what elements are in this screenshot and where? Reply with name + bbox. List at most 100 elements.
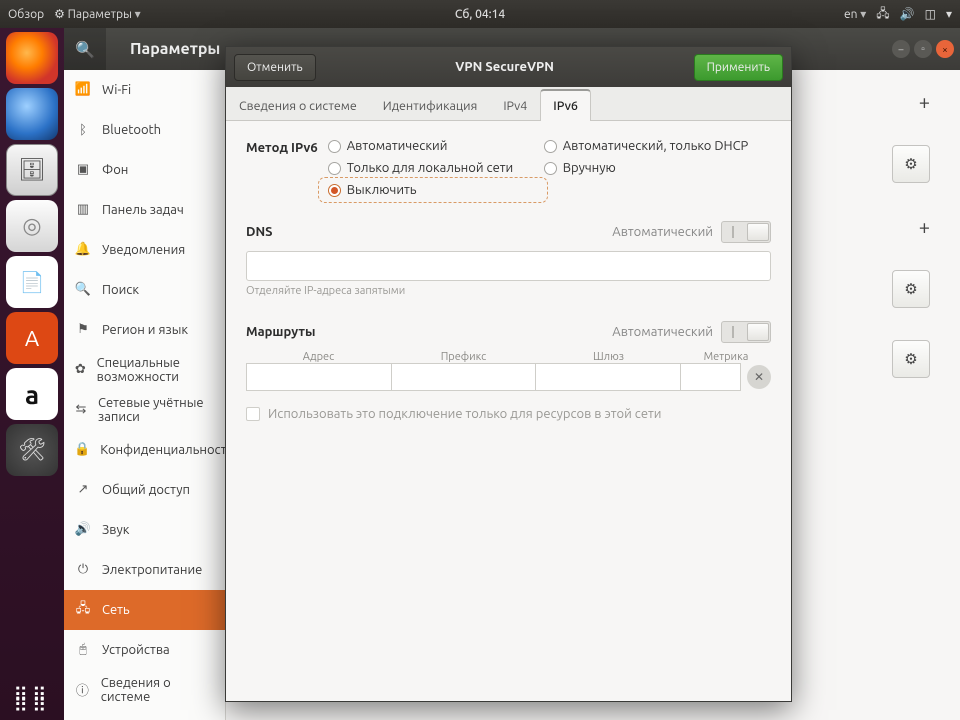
accessibility-icon: ✿ (74, 362, 87, 377)
sidebar-item-network[interactable]: 🖧Сеть (64, 590, 225, 630)
sidebar-item-online-accounts[interactable]: ⇆ Сетевые учётные записи (64, 390, 225, 430)
maximize-button[interactable]: ▫ (914, 40, 932, 58)
info-icon: ⓘ (74, 680, 91, 699)
search-button[interactable]: 🔍 (64, 28, 106, 70)
launcher-rhythmbox[interactable]: ◎ (6, 200, 58, 252)
col-prefix: Префикс (391, 351, 536, 363)
sidebar-label: Сетевые учётные записи (98, 396, 215, 424)
add-vpn-button[interactable]: + (919, 215, 930, 238)
close-button[interactable]: × (936, 40, 954, 58)
show-apps-icon[interactable]: ⠿⠿⠿⠿ (13, 690, 50, 710)
clock[interactable]: Сб, 04:14 (455, 8, 505, 21)
route-metric-input[interactable] (681, 363, 741, 391)
appmenu-label: Параметры (68, 8, 132, 21)
volume-icon[interactable]: 🔊 (900, 7, 915, 21)
routes-auto-label: Автоматический (612, 325, 713, 339)
apply-button[interactable]: Применить (694, 54, 783, 81)
launcher-settings[interactable]: 🛠 (6, 424, 58, 476)
share-icon: ↗ (74, 482, 92, 497)
radio-manual[interactable]: Вручную (544, 161, 771, 175)
dns-auto-switch[interactable] (721, 221, 771, 243)
tab-identity[interactable]: Идентификация (370, 90, 491, 121)
tab-ipv6[interactable]: IPv6 (540, 89, 591, 121)
dialog-body: Метод IPv6 Автоматический Автоматический… (226, 121, 791, 439)
tab-ipv4[interactable]: IPv4 (490, 90, 540, 121)
settings-sidebar: 📶Wi-Fi ᛒBluetooth ▣Фон ▥ Панель задач 🔔Ув… (64, 70, 226, 720)
sound-icon: 🔊 (74, 522, 92, 537)
launcher-writer[interactable]: 📄 (6, 256, 58, 308)
add-wired-button[interactable]: + (919, 90, 930, 113)
sidebar-label: Фон (102, 163, 128, 177)
launcher-amazon[interactable]: a (6, 368, 58, 420)
sidebar-label: Общий доступ (102, 483, 190, 497)
accounts-icon: ⇆ (74, 402, 88, 417)
sidebar-item-privacy[interactable]: 🔒Конфиденциальность (64, 430, 225, 470)
only-resources-label: Использовать это подключение только для … (268, 407, 661, 421)
radio-dot (328, 140, 341, 153)
routes-auto-switch[interactable] (721, 321, 771, 343)
network-icon: 🖧 (74, 599, 92, 621)
route-address-input[interactable] (246, 363, 392, 391)
dns-title: DNS (246, 225, 273, 239)
system-menu-caret[interactable]: ▾ (946, 7, 952, 21)
sidebar-item-power[interactable]: ⏻Электропитание (64, 550, 225, 590)
sidebar-label: Специальные возможности (97, 356, 215, 384)
col-gateway: Шлюз (536, 351, 681, 363)
dns-input[interactable] (246, 251, 771, 281)
sidebar-item-search[interactable]: 🔍Поиск (64, 270, 225, 310)
cancel-button[interactable]: Отменить (234, 54, 316, 81)
route-gateway-input[interactable] (536, 363, 681, 391)
sidebar-label: Панель задач (102, 203, 184, 217)
dock-icon: ▥ (74, 202, 92, 217)
activities-button[interactable]: Обзор (8, 8, 44, 21)
only-resources-checkbox[interactable] (246, 407, 260, 421)
launcher-thunderbird[interactable] (6, 88, 58, 140)
sidebar-item-bluetooth[interactable]: ᛒBluetooth (64, 110, 225, 150)
sidebar-label: Электропитание (102, 563, 202, 577)
flag-icon: ⚑ (74, 322, 92, 337)
radio-link-local[interactable]: Только для локальной сети (328, 161, 538, 175)
route-prefix-input[interactable] (392, 363, 537, 391)
tab-details[interactable]: Сведения о системе (226, 90, 370, 121)
sidebar-item-sound[interactable]: 🔊Звук (64, 510, 225, 550)
sidebar-item-sharing[interactable]: ↗ Общий доступ (64, 470, 225, 510)
routes-headers: Адрес Префикс Шлюз Метрика (246, 351, 771, 363)
connection-settings-button[interactable]: ⚙ (892, 145, 930, 183)
launcher-firefox[interactable] (6, 32, 58, 84)
sidebar-label: Регион и язык (102, 323, 188, 337)
dialog-tabs: Сведения о системе Идентификация IPv4 IP… (226, 87, 791, 121)
bluetooth-icon: ᛒ (74, 123, 92, 137)
dns-auto-label: Автоматический (612, 225, 713, 239)
battery-icon[interactable]: ◫ (925, 7, 936, 21)
route-delete-button[interactable]: ✕ (747, 365, 771, 389)
radio-label: Автоматический (347, 139, 448, 153)
connection-settings-button[interactable]: ⚙ (892, 270, 930, 308)
top-panel: Обзор ⚙ Параметры Сб, 04:14 en 🖧 🔊 ◫ ▾ (0, 0, 960, 28)
sidebar-item-devices[interactable]: 🖰Устройства (64, 630, 225, 670)
launcher-files[interactable]: 🗄 (6, 144, 58, 196)
bell-icon: 🔔 (74, 242, 92, 257)
lang-indicator[interactable]: en (844, 7, 866, 21)
radio-disable[interactable]: Выключить (322, 181, 544, 199)
appmenu[interactable]: ⚙ Параметры (54, 7, 141, 21)
radio-auto-dhcp[interactable]: Автоматический, только DHCP (544, 139, 771, 153)
minimize-button[interactable]: – (892, 40, 910, 58)
sidebar-label: Wi-Fi (102, 83, 131, 97)
sidebar-label: Конфиденциальность (100, 443, 226, 457)
sidebar-item-background[interactable]: ▣Фон (64, 150, 225, 190)
connection-settings-button[interactable]: ⚙ (892, 340, 930, 378)
dns-hint: Отделяйте IP-адреса запятыми (246, 285, 771, 297)
sidebar-item-accessibility[interactable]: ✿ Специальные возможности (64, 350, 225, 390)
sidebar-item-notifications[interactable]: 🔔Уведомления (64, 230, 225, 270)
sidebar-item-region[interactable]: ⚑ Регион и язык (64, 310, 225, 350)
sidebar-item-wifi[interactable]: 📶Wi-Fi (64, 70, 225, 110)
network-icon[interactable]: 🖧 (876, 4, 889, 25)
vpn-settings-dialog: Отменить VPN SecureVPN Применить Сведени… (225, 46, 792, 702)
sidebar-item-about[interactable]: ⓘСведения о системе (64, 670, 225, 710)
sidebar-item-dock[interactable]: ▥ Панель задач (64, 190, 225, 230)
radio-auto[interactable]: Автоматический (328, 139, 538, 153)
radio-dot (328, 184, 341, 197)
radio-dot (328, 162, 341, 175)
sidebar-label: Устройства (102, 643, 170, 657)
launcher-software[interactable]: A (6, 312, 58, 364)
